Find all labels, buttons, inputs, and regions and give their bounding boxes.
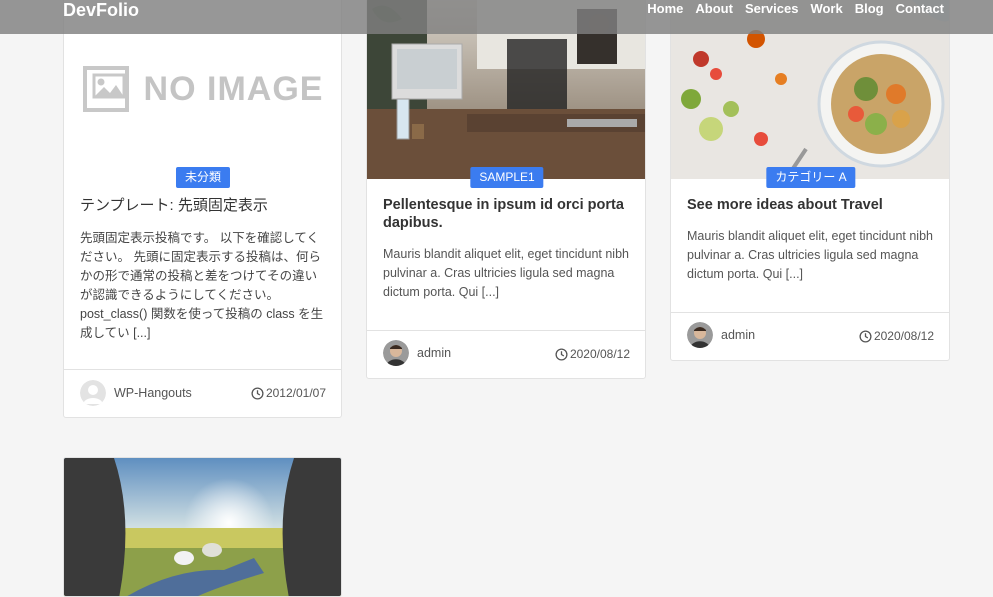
post-author: admin [383, 340, 451, 366]
post-excerpt: Mauris blandit aliquet elit, eget tincid… [687, 229, 933, 281]
brand-logo[interactable]: DevFolio [63, 0, 139, 21]
category-badge[interactable]: 未分類 [175, 167, 231, 188]
author-name[interactable]: admin [721, 328, 755, 342]
nav-about[interactable]: About [695, 1, 733, 17]
post-meta: admin 2020/08/12 [367, 330, 645, 378]
post-author: WP-Hangouts [80, 380, 192, 406]
clock-icon [555, 347, 568, 361]
nav-services[interactable]: Services [745, 1, 799, 17]
nav-home[interactable]: Home [647, 1, 683, 17]
post-excerpt: 先頭固定表示投稿です。 以下を確認してください。 先頭に固定表示する投稿は、何ら… [80, 231, 324, 340]
post-thumbnail-travel[interactable] [64, 458, 341, 596]
post-title[interactable]: Pellentesque in ipsum id orci porta dapi… [383, 196, 629, 232]
post-meta: admin 2020/08/12 [671, 312, 949, 360]
author-name[interactable]: WP-Hangouts [114, 386, 192, 400]
nav-blog[interactable]: Blog [855, 1, 884, 17]
post-card: カテゴリー A See more ideas about Travel Maur… [670, 0, 950, 361]
image-placeholder-icon [82, 66, 129, 112]
clock-icon [859, 329, 872, 343]
post-date: 2020/08/12 [859, 329, 934, 343]
category-badge[interactable]: カテゴリー A [766, 167, 856, 188]
post-date: 2020/08/12 [555, 347, 630, 361]
main-nav: Home About Services Work Blog Contact [647, 1, 944, 17]
author-avatar[interactable] [687, 322, 713, 348]
post-meta: WP-Hangouts 2012/01/07 [64, 369, 341, 417]
author-avatar[interactable] [383, 340, 409, 366]
category-badge[interactable]: SAMPLE1 [470, 167, 544, 188]
author-name[interactable]: admin [417, 346, 451, 360]
nav-work[interactable]: Work [810, 1, 842, 17]
post-title[interactable]: See more ideas about Travel [687, 196, 933, 214]
post-title[interactable]: テンプレート: 先頭固定表示 [80, 197, 325, 215]
avatar-placeholder-icon[interactable] [80, 380, 106, 406]
nav-contact[interactable]: Contact [896, 1, 944, 17]
clock-icon [251, 386, 264, 400]
post-author: admin [687, 322, 755, 348]
post-date-text: 2012/01/07 [265, 386, 326, 400]
travel-photo [64, 458, 341, 596]
post-date: 2012/01/07 [251, 386, 326, 400]
post-date-text: 2020/08/12 [873, 329, 934, 343]
post-excerpt: Mauris blandit aliquet elit, eget tincid… [383, 247, 629, 299]
no-image-label: NO IMAGE [143, 69, 324, 108]
post-card [63, 457, 342, 597]
site-header: DevFolio Home About Services Work Blog C… [0, 0, 993, 34]
post-card: SAMPLE1 Pellentesque in ipsum id orci po… [366, 0, 646, 379]
post-date-text: 2020/08/12 [569, 347, 630, 361]
post-card-sticky: NO IMAGE 未分類 テンプレート: 先頭固定表示 先頭固定表示投稿です。 … [63, 0, 342, 418]
